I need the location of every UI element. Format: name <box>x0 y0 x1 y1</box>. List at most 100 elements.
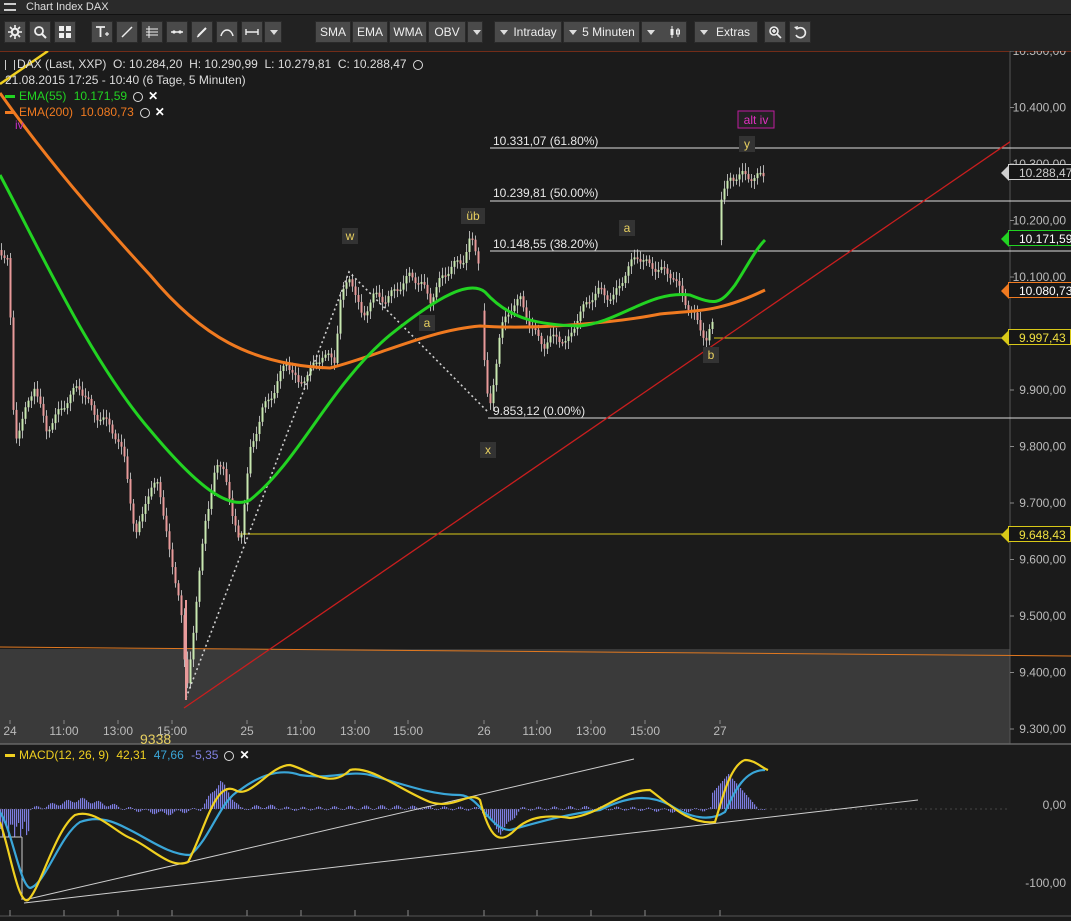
candle <box>753 178 756 181</box>
macd-hist-bar <box>652 809 654 810</box>
drawing-tools-dropdown[interactable] <box>264 21 282 43</box>
candle <box>339 299 342 334</box>
macd-hist-bar <box>468 809 470 811</box>
chart-legend: DAX (Last, XXP) O: 10.284,20 H: 10.290,9… <box>5 56 423 120</box>
macd-hist-bar <box>318 806 320 809</box>
candle <box>495 363 498 386</box>
chart-type-select[interactable] <box>641 21 687 43</box>
search-icon[interactable] <box>29 21 51 43</box>
arc-tool-icon[interactable] <box>216 21 238 43</box>
candle-icon <box>5 59 15 70</box>
price-axis-label: 9.900,00 <box>1019 383 1066 397</box>
macd-hist-bar <box>754 804 756 809</box>
sma-button[interactable]: SMA <box>315 21 351 43</box>
measure-tool-icon[interactable] <box>241 21 263 43</box>
macd-hist-bar <box>66 800 68 809</box>
toolbar: SMA EMA WMA OBV Intraday 5 Minuten Extra… <box>0 15 1071 52</box>
macd-hist-bar <box>110 805 112 809</box>
candle <box>732 177 735 181</box>
macd-hist-bar <box>328 809 330 810</box>
interval-select[interactable]: Intraday <box>494 21 562 43</box>
candle <box>525 307 528 319</box>
ema-button[interactable]: EMA <box>352 21 388 43</box>
ema55-close-icon[interactable]: ✕ <box>148 88 158 104</box>
settings-gear-icon[interactable] <box>4 21 26 43</box>
candle <box>600 287 603 290</box>
candle <box>315 362 318 365</box>
candle <box>456 260 459 262</box>
candle <box>84 395 87 398</box>
macd-hist-bar <box>368 806 370 809</box>
grid-layout-icon[interactable] <box>54 21 76 43</box>
macd-hist-bar <box>272 805 274 809</box>
candle <box>54 414 57 424</box>
candle <box>0 250 3 256</box>
candle <box>411 272 414 278</box>
candle <box>27 400 30 408</box>
macd-hist-bar <box>64 801 66 809</box>
macd-hist-bar <box>208 795 210 809</box>
candle <box>684 295 687 306</box>
candle <box>159 482 162 498</box>
candle <box>126 456 129 480</box>
macd-hist-bar <box>656 809 658 812</box>
candle <box>255 433 258 442</box>
ema55-price-tag: 10.171,59 <box>1000 230 1071 247</box>
candle <box>738 174 741 180</box>
macd-hist-bar <box>98 800 100 809</box>
macd-close-icon[interactable]: ✕ <box>239 747 249 763</box>
resolution-select[interactable]: 5 Minuten <box>563 21 640 43</box>
macd-hist-bar <box>522 806 524 809</box>
indicator-dropdown[interactable] <box>467 21 483 43</box>
macd-hist-bar <box>478 808 480 809</box>
line-tool-icon[interactable] <box>116 21 138 43</box>
macd-hist-bar <box>414 806 416 809</box>
macd-settings-icon[interactable] <box>224 750 235 761</box>
macd-hist-bar <box>332 806 334 809</box>
macd-hist-bar <box>166 809 168 815</box>
candle <box>207 508 210 521</box>
candle <box>609 299 612 301</box>
macd-hist-bar <box>516 809 518 816</box>
ema55-settings-icon[interactable] <box>133 91 144 102</box>
macd-hist-bar <box>350 805 352 809</box>
macd-hist-bar <box>538 806 540 809</box>
candle <box>180 595 183 616</box>
price-axis-label: 9.700,00 <box>1019 496 1066 510</box>
fib-label-38: 10.148,55 (38.20%) <box>493 237 598 251</box>
macd-hist-bar <box>86 800 88 809</box>
macd-hist-bar <box>582 807 584 809</box>
zoom-in-icon[interactable] <box>764 21 786 43</box>
price-chart[interactable]: 10.500,0010.400,0010.300,0010.200,0010.1… <box>0 51 1071 921</box>
wma-button[interactable]: WMA <box>389 21 427 43</box>
candle <box>228 481 231 499</box>
horizontal-line-tool-icon[interactable] <box>166 21 188 43</box>
candle <box>561 341 564 344</box>
pencil-tool-icon[interactable] <box>191 21 213 43</box>
candle <box>72 387 75 395</box>
text-tool-icon[interactable] <box>91 21 113 43</box>
channel-tool-icon[interactable] <box>141 21 163 43</box>
candle <box>90 398 93 406</box>
level-b-price-tag: 9.997,43 <box>1001 329 1071 346</box>
extras-menu[interactable]: Extras <box>694 21 758 43</box>
macd-hist-bar <box>36 805 38 809</box>
obv-button[interactable]: OBV <box>428 21 466 43</box>
candle <box>321 357 324 363</box>
price-axis-label: 10.400,00 <box>1013 101 1067 115</box>
ema200-close-icon[interactable]: ✕ <box>155 104 165 120</box>
ema200-settings-icon[interactable] <box>139 107 150 118</box>
candle <box>450 266 453 274</box>
candle <box>483 310 486 361</box>
candle <box>345 282 348 289</box>
macd-hist-bar <box>512 809 514 820</box>
undo-icon[interactable] <box>789 21 811 43</box>
ohlc-settings-icon[interactable] <box>412 59 423 70</box>
menu-icon[interactable] <box>4 3 16 11</box>
candle <box>654 268 657 272</box>
macd-hist-bar <box>322 808 324 810</box>
macd-hist-bar <box>682 809 684 810</box>
candle <box>615 288 618 295</box>
candle <box>750 179 753 181</box>
macd-hist-bar <box>658 809 660 812</box>
